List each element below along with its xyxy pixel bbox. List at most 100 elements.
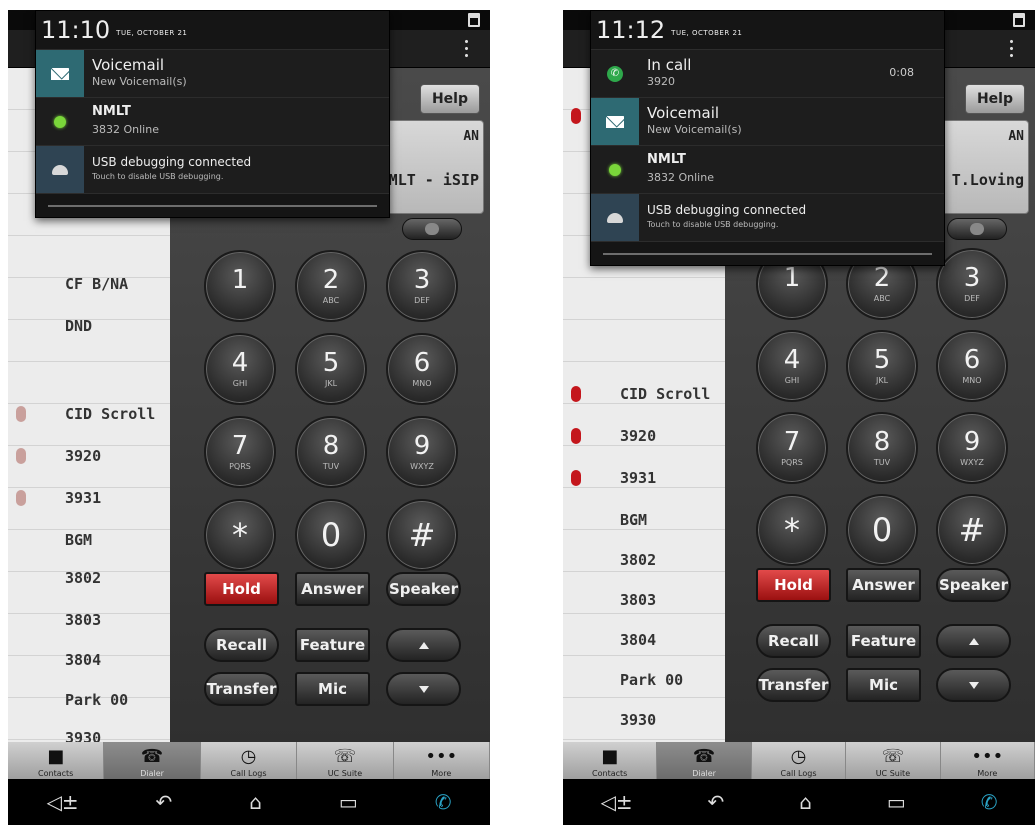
call-icon[interactable]: ✆ [435, 790, 452, 814]
shade-header: 11:12 TUE, OCTOBER 21 [591, 11, 944, 49]
tab-more[interactable]: ••• More [394, 742, 490, 779]
list-item[interactable]: 3802 [563, 542, 725, 578]
key-2[interactable]: 2 ABC [295, 250, 367, 322]
notification-voicemail[interactable]: Voicemail New Voicemail(s) [36, 49, 389, 98]
home-icon[interactable]: ⌂ [249, 790, 262, 814]
list-item[interactable]: DND [8, 308, 170, 344]
list-item[interactable]: 3920 [8, 438, 170, 474]
back-icon[interactable]: ↶ [156, 790, 173, 814]
scroll-up-button[interactable] [386, 628, 461, 662]
back-icon[interactable]: ↶ [708, 790, 725, 814]
tab-call-logs[interactable]: ◷ Call Logs [752, 742, 847, 779]
list-item[interactable]: 3930 [563, 702, 725, 738]
tab-contacts[interactable]: ■ Contacts [563, 742, 658, 779]
key-star[interactable]: * [756, 494, 828, 566]
scroll-down-button[interactable] [386, 672, 461, 706]
feature-button[interactable]: Feature [846, 624, 921, 658]
list-item[interactable]: Park 00 [563, 662, 725, 698]
key-7[interactable]: 7 PQRS [756, 412, 828, 484]
transfer-button[interactable]: Transfer [756, 668, 831, 702]
key-hash[interactable]: # [936, 494, 1008, 566]
speaker-button[interactable]: Speaker [936, 568, 1011, 602]
key-3[interactable]: 3 DEF [386, 250, 458, 322]
hold-button[interactable]: Hold [756, 568, 831, 602]
list-item[interactable]: 3803 [563, 582, 725, 618]
help-button[interactable]: Help [420, 84, 480, 114]
list-item[interactable]: 3920 [563, 418, 725, 454]
key-9[interactable]: 9 WXYZ [386, 416, 458, 488]
key-0[interactable]: 0 [846, 494, 918, 566]
list-item[interactable]: 3802 [8, 560, 170, 596]
list-item[interactable]: CID Scroll [8, 396, 170, 432]
list-item[interactable]: Park 00 [8, 682, 170, 718]
key-4[interactable]: 4 GHI [756, 330, 828, 402]
help-button[interactable]: Help [965, 84, 1025, 114]
tab-call-logs[interactable]: ◷ Call Logs [201, 742, 298, 779]
list-item[interactable]: 3931 [8, 480, 170, 516]
shade-drag-handle[interactable] [36, 193, 389, 217]
list-item[interactable]: 3804 [8, 642, 170, 678]
tab-uc-suite[interactable]: ☏ UC Suite [846, 742, 941, 779]
shade-drag-handle[interactable] [591, 241, 944, 265]
toggle-switch[interactable] [947, 218, 1007, 240]
list-item[interactable]: 3931 [563, 460, 725, 496]
overflow-menu-icon[interactable] [1010, 38, 1013, 58]
notification-nmlt[interactable]: NMLT 3832 Online [36, 97, 389, 145]
recent-apps-icon[interactable]: ▭ [339, 790, 358, 814]
recall-button[interactable]: Recall [756, 624, 831, 658]
transfer-button[interactable]: Transfer [204, 672, 279, 706]
key-star[interactable]: * [204, 499, 276, 571]
key-5[interactable]: 5 JKL [846, 330, 918, 402]
tab-dialer[interactable]: ☎ Dialer [104, 742, 201, 779]
key-9[interactable]: 9 WXYZ [936, 412, 1008, 484]
home-icon[interactable]: ⌂ [799, 790, 812, 814]
answer-button[interactable]: Answer [295, 572, 370, 606]
mic-button[interactable]: Mic [846, 668, 921, 702]
key-6[interactable]: 6 MNO [936, 330, 1008, 402]
scroll-up-button[interactable] [936, 624, 1011, 658]
tab-dialer[interactable]: ☎ Dialer [657, 742, 752, 779]
notification-in-call[interactable]: ✆ In call 3920 0:08 [591, 49, 944, 97]
key-4[interactable]: 4 GHI [204, 333, 276, 405]
notification-shade: 11:10 TUE, OCTOBER 21 Voicemail New Voic… [35, 10, 390, 218]
screenshot-left: CF B/NA DND CID Scroll 3920 3931 BGM 380… [8, 10, 490, 825]
tab-uc-suite[interactable]: ☏ UC Suite [297, 742, 394, 779]
key-8[interactable]: 8 TUV [295, 416, 367, 488]
speaker-button[interactable]: Speaker [386, 572, 461, 606]
key-5[interactable]: 5 JKL [295, 333, 367, 405]
hold-button[interactable]: Hold [204, 572, 279, 606]
key-hash[interactable]: # [386, 499, 458, 571]
list-item[interactable]: CID Scroll [563, 376, 725, 412]
tab-contacts[interactable]: ■ Contacts [8, 742, 105, 779]
mic-button[interactable]: Mic [295, 672, 370, 706]
list-item[interactable]: CF B/NA [8, 266, 170, 302]
list-item[interactable]: BGM [563, 502, 725, 538]
list-item[interactable]: BGM [8, 522, 170, 558]
list-item[interactable]: 3803 [8, 602, 170, 638]
tab-more[interactable]: ••• More [941, 742, 1035, 779]
answer-button[interactable]: Answer [846, 568, 921, 602]
arrow-up-icon [418, 642, 429, 649]
clock-icon: ◷ [240, 746, 257, 767]
volume-icon[interactable]: ◁± [46, 790, 78, 814]
notification-usb-debugging[interactable]: USB debugging connected Touch to disable… [591, 193, 944, 242]
volume-icon[interactable]: ◁± [600, 790, 632, 814]
scroll-down-button[interactable] [936, 668, 1011, 702]
key-1[interactable]: 1 [204, 250, 276, 322]
toggle-switch[interactable] [402, 218, 462, 240]
key-7[interactable]: 7 PQRS [204, 416, 276, 488]
key-0[interactable]: 0 [295, 499, 367, 571]
notification-voicemail[interactable]: Voicemail New Voicemail(s) [591, 97, 944, 146]
recall-button[interactable]: Recall [204, 628, 279, 662]
call-icon[interactable]: ✆ [981, 790, 998, 814]
notification-usb-debugging[interactable]: USB debugging connected Touch to disable… [36, 145, 389, 194]
key-3[interactable]: 3 DEF [936, 248, 1008, 320]
key-8[interactable]: 8 TUV [846, 412, 918, 484]
feature-button[interactable]: Feature [295, 628, 370, 662]
key-6[interactable]: 6 MNO [386, 333, 458, 405]
recent-apps-icon[interactable]: ▭ [887, 790, 906, 814]
list-item[interactable]: 3804 [563, 622, 725, 658]
overflow-menu-icon[interactable] [465, 38, 468, 58]
status-led-icon [16, 490, 26, 506]
notification-nmlt[interactable]: NMLT 3832 Online [591, 145, 944, 193]
